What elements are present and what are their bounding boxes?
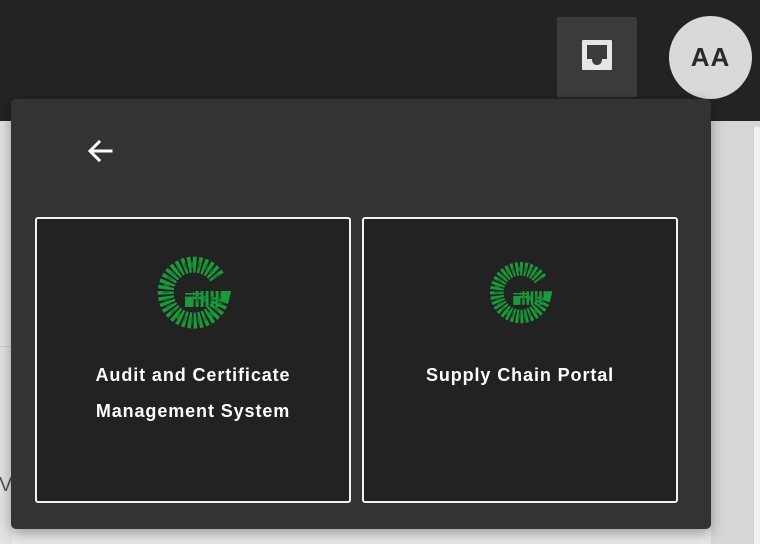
background-content-right [711, 121, 760, 544]
background-scrollbar [753, 127, 760, 544]
back-button[interactable] [80, 133, 120, 173]
app-card-supply-chain[interactable]: Supply Chain Portal [362, 217, 678, 503]
user-avatar[interactable]: AA [669, 16, 752, 99]
app-card-label: Supply Chain Portal [425, 365, 615, 385]
inbox-button[interactable] [557, 17, 637, 97]
app-card-label: Audit and Certificate Management System [95, 365, 291, 421]
app-switcher-menu: Audit and Certificate Management System … [11, 99, 711, 529]
arrow-left-icon [85, 136, 115, 171]
inbox-icon [579, 37, 615, 78]
app-card-audit[interactable]: Audit and Certificate Management System [35, 217, 351, 503]
g-logo-icon [153, 253, 233, 338]
g-logo-icon [486, 259, 554, 332]
